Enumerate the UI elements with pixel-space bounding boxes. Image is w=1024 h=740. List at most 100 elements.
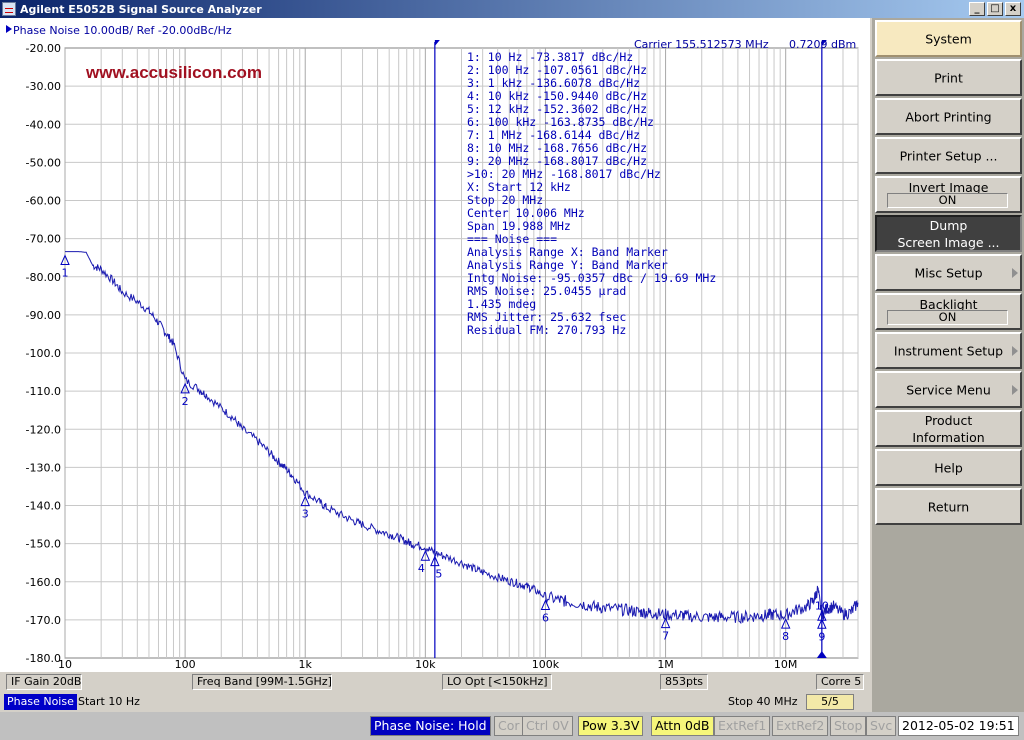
analysis-readout-line: RMS Noise: 25.0455 µrad (467, 284, 626, 298)
channel-status-row: IF Gain 20dB Freq Band [99M-1.5GHz] LO O… (0, 672, 870, 692)
analysis-readout-line: Analysis Range X: Band Marker (467, 245, 668, 259)
minimize-button[interactable]: _ (969, 2, 985, 16)
freq-band-status[interactable]: Freq Band [99M-1.5GHz] (192, 674, 332, 690)
marker-readout-line: >10: 20 MHz -168.8017 dBc/Hz (467, 167, 661, 181)
analysis-readout-line: Analysis Range Y: Band Marker (467, 258, 668, 272)
analysis-readout-line: === Noise === (467, 232, 557, 246)
marker-label: 6 (542, 612, 549, 625)
softkey-invert-image[interactable]: Invert Image ON (875, 176, 1022, 213)
marker-label: 8 (782, 630, 789, 643)
softkey-backlight[interactable]: Backlight ON (875, 293, 1022, 330)
softkey-label: Information (912, 429, 985, 445)
marker-readout-line: 4: 10 kHz -150.9440 dBc/Hz (467, 89, 647, 103)
carrier-frequency: Carrier 155.512573 MHz (634, 38, 769, 51)
softkey-printer-setup[interactable]: Printer Setup ... (875, 137, 1022, 174)
softkey-label: Dump (929, 217, 968, 233)
lo-opt-status[interactable]: LO Opt [<150kHz] (442, 674, 552, 690)
softkey-product-information[interactable]: Product Information (875, 410, 1022, 447)
marker-label: 4 (418, 562, 425, 575)
marker-label: 3 (302, 508, 309, 521)
y-tick-label: -50.00 (26, 156, 61, 169)
softkey-label: Product (924, 412, 973, 428)
y-tick-label: -100.0 (26, 347, 61, 360)
softkey-print[interactable]: Print (875, 59, 1022, 96)
x-tick-label: 10k (415, 658, 436, 671)
channel-label[interactable]: Phase Noise (4, 694, 77, 710)
analysis-readout-line: Stop 20 MHz (467, 193, 543, 207)
stop-status: Stop (830, 716, 867, 736)
points-status[interactable]: 853pts (660, 674, 708, 690)
maximize-button[interactable]: □ (987, 2, 1003, 16)
softkey-label-block: Dump Screen Image ... (877, 217, 1020, 251)
x-tick-label: 10M (774, 658, 798, 671)
y-tick-label: -150.0 (26, 538, 61, 551)
phase-noise-plot[interactable]: 1 2 3 4 5 6 7 8 9 10 Phase Noise 10.00dB/ Ref -20… (0, 18, 870, 692)
analysis-readout-line: X: Start 12 kHz (467, 180, 571, 194)
marker-readout-line: 2: 100 Hz -107.0561 dBc/Hz (467, 63, 647, 77)
marker-readout-line: 8: 10 MHz -168.7656 dBc/Hz (467, 141, 647, 155)
y-tick-label: -110.0 (26, 385, 61, 398)
if-gain-status[interactable]: IF Gain 20dB (6, 674, 82, 690)
softkey-label: Service Menu (906, 382, 991, 397)
x-tick-label: 1M (657, 658, 674, 671)
x-tick-label: 100k (532, 658, 560, 671)
window-title: Agilent E5052B Signal Source Analyzer (20, 2, 262, 16)
close-button[interactable]: x (1005, 2, 1021, 16)
marker-label: 10 (815, 599, 829, 612)
analysis-readout-line: 1.435 mdeg (467, 297, 536, 311)
marker-readout-line: 3: 1 kHz -136.6078 dBc/Hz (467, 76, 640, 90)
y-tick-label: -20.00 (26, 42, 61, 55)
analysis-readout-line: RMS Jitter: 25.632 fsec (467, 310, 626, 324)
softkey-label: System (925, 31, 972, 46)
app-icon (2, 2, 16, 16)
analysis-readout-line: Intg Noise: -95.0357 dBc / 19.69 MHz (467, 271, 716, 285)
softkey-help[interactable]: Help (875, 449, 1022, 486)
y-tick-label: -40.00 (26, 118, 61, 131)
softkey-service-menu[interactable]: Service Menu (875, 371, 1022, 408)
marker-label: 5 (435, 568, 442, 581)
service-status: Svc (866, 716, 897, 736)
softkey-instrument-setup[interactable]: Instrument Setup (875, 332, 1022, 369)
title-bar: Agilent E5052B Signal Source Analyzer _ … (0, 0, 1024, 18)
submenu-arrow-icon (1012, 267, 1018, 278)
watermark: www.accusilicon.com (85, 63, 262, 82)
y-tick-label: -30.00 (26, 80, 61, 93)
y-tick-label: -60.00 (26, 195, 61, 208)
extref1-status: ExtRef1 (714, 716, 771, 736)
softkey-abort-printing[interactable]: Abort Printing (875, 98, 1022, 135)
softkey-label-block: Product Information (877, 412, 1020, 446)
softkey-label: Screen Image ... (897, 234, 1000, 250)
invert-image-state: ON (887, 193, 1008, 208)
y-tick-label: -170.0 (26, 614, 61, 627)
y-tick-label: -120.0 (26, 423, 61, 436)
softkey-misc-setup[interactable]: Misc Setup (875, 254, 1022, 291)
analysis-readout-line: Span 19.988 MHz (467, 219, 571, 233)
y-tick-label: -70.00 (26, 233, 61, 246)
plot-svg: 1 2 3 4 5 6 7 8 9 10 Phase Noise 10.00dB/ Ref -20… (6, 24, 859, 671)
y-tick-label: -160.0 (26, 576, 61, 589)
softkey-label: Printer Setup ... (899, 148, 998, 163)
softkey-label: Instrument Setup (893, 343, 1004, 358)
submenu-arrow-icon (1012, 345, 1018, 356)
correction-status[interactable]: Corre 5 (816, 674, 864, 690)
x-tick-label: 100 (175, 658, 196, 671)
softkey-dump-screen-image[interactable]: Dump Screen Image ... (875, 215, 1022, 252)
marker-readout-line: 7: 1 MHz -168.6144 dBc/Hz (467, 128, 640, 142)
page-indicator: 5/5 (806, 694, 854, 710)
softkey-label: Print (934, 70, 963, 85)
x-tick-label: 10 (58, 658, 72, 671)
trace-arrow-icon (6, 25, 12, 33)
softkey-return[interactable]: Return (875, 488, 1022, 525)
y-tick-label: -180.0 (26, 652, 61, 665)
softkey-label: Return (927, 499, 970, 514)
softkey-label: Abort Printing (905, 109, 992, 124)
y-tick-label: -90.00 (26, 309, 61, 322)
trace-header: Phase Noise 10.00dB/ Ref -20.00dBc/Hz (13, 24, 232, 37)
backlight-state: ON (887, 310, 1008, 325)
marker-label: 1 (62, 267, 69, 280)
date-time: 2012-05-02 19:51 (898, 716, 1019, 736)
softkey-system-header[interactable]: System (875, 20, 1022, 57)
softkey-panel: System Print Abort Printing Printer Setu… (872, 18, 1024, 712)
softkey-label: Help (934, 460, 963, 475)
y-tick-label: -80.00 (26, 271, 61, 284)
